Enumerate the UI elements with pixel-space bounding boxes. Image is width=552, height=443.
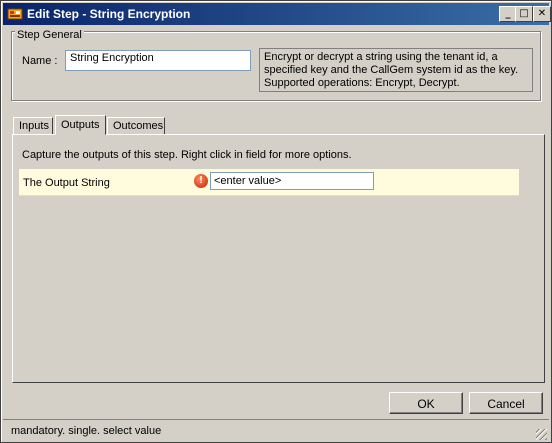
cancel-button[interactable]: Cancel [469, 392, 543, 414]
tab-inputs[interactable]: Inputs [13, 117, 53, 135]
name-label: Name : [22, 55, 58, 67]
error-icon: ! [194, 174, 208, 188]
output-value-input[interactable]: <enter value> [210, 172, 374, 190]
close-button[interactable]: ✕ [533, 6, 551, 22]
status-bar: mandatory. single. select value [3, 419, 549, 442]
step-description: Encrypt or decrypt a string using the te… [259, 48, 533, 92]
tab-outcomes[interactable]: Outcomes [107, 117, 165, 135]
tab-outputs[interactable]: Outputs [55, 115, 106, 135]
ok-button[interactable]: OK [389, 392, 463, 414]
outputs-info-text: Capture the outputs of this step. Right … [22, 149, 352, 161]
output-row: The Output String ! <enter value> [19, 169, 519, 196]
edit-step-window: Edit Step - String Encryption _ □ ✕ Step… [0, 0, 552, 443]
output-row-label: The Output String [23, 177, 110, 189]
step-general-legend: Step General [15, 29, 84, 41]
status-text: mandatory. single. select value [11, 425, 162, 437]
maximize-button[interactable]: □ [515, 6, 533, 22]
window-title: Edit Step - String Encryption [27, 7, 191, 21]
name-input[interactable]: String Encryption [65, 50, 251, 71]
title-bar[interactable]: Edit Step - String Encryption _ □ ✕ [3, 3, 551, 25]
app-icon [7, 8, 23, 20]
resize-grip-icon[interactable] [536, 429, 547, 440]
